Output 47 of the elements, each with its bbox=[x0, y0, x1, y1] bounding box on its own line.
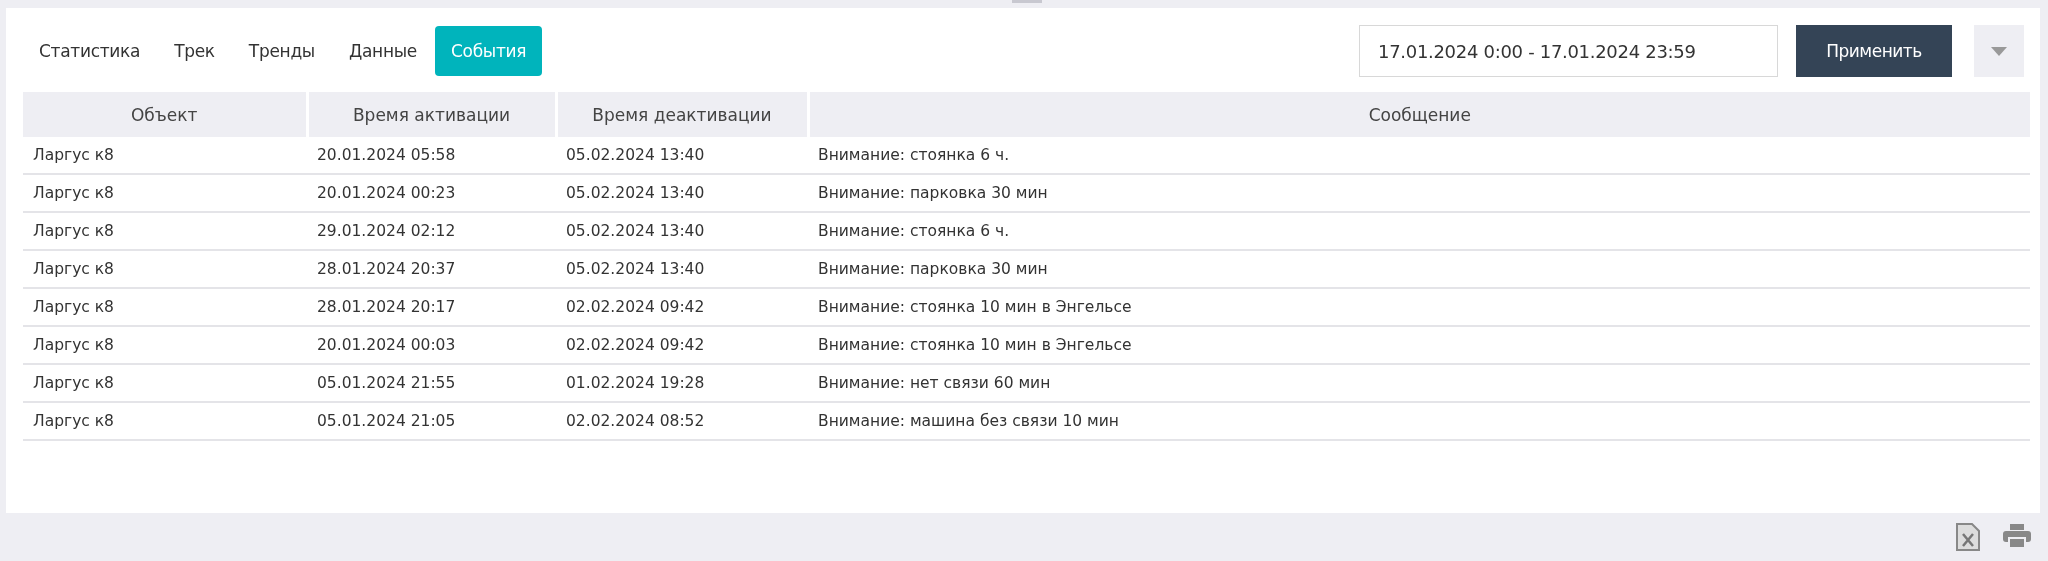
table-cell: 01.02.2024 19:28 bbox=[556, 364, 808, 402]
table-cell: 05.02.2024 13:40 bbox=[556, 174, 808, 212]
table-cell: 28.01.2024 20:37 bbox=[307, 250, 556, 288]
table-cell: 05.02.2024 13:40 bbox=[556, 212, 808, 250]
table-cell: Ларгус к8 bbox=[23, 364, 307, 402]
table-cell: 20.01.2024 00:23 bbox=[307, 174, 556, 212]
table-cell: 20.01.2024 05:58 bbox=[307, 137, 556, 174]
table-cell: Внимание: машина без связи 10 мин bbox=[808, 402, 2030, 440]
table-cell: Внимание: стоянка 6 ч. bbox=[808, 137, 2030, 174]
excel-file-icon[interactable] bbox=[1956, 523, 1980, 551]
tab[interactable]: Трек bbox=[158, 26, 231, 76]
table-cell: Внимание: стоянка 10 мин в Энгельсе bbox=[808, 326, 2030, 364]
drag-handle[interactable] bbox=[1012, 0, 1042, 3]
table-cell: Внимание: стоянка 10 мин в Энгельсе bbox=[808, 288, 2030, 326]
apply-button[interactable]: Применить bbox=[1796, 25, 1952, 77]
caret-icon bbox=[1991, 46, 2007, 56]
table-cell: Внимание: стоянка 6 ч. bbox=[808, 212, 2030, 250]
table-cell: 20.01.2024 00:03 bbox=[307, 326, 556, 364]
table-cell: 02.02.2024 09:42 bbox=[556, 288, 808, 326]
table-cell: Внимание: парковка 30 мин bbox=[808, 174, 2030, 212]
print-icon[interactable] bbox=[2002, 523, 2032, 549]
table-cell: 05.02.2024 13:40 bbox=[556, 137, 808, 174]
table-cell: 05.01.2024 21:05 bbox=[307, 402, 556, 440]
date-range-field[interactable]: 17.01.2024 0:00 - 17.01.2024 23:59 bbox=[1359, 25, 1778, 77]
table-cell: 05.01.2024 21:55 bbox=[307, 364, 556, 402]
table-cell: 05.02.2024 13:40 bbox=[556, 250, 808, 288]
table-cell: 02.02.2024 08:52 bbox=[556, 402, 808, 440]
table-cell: Ларгус к8 bbox=[23, 250, 307, 288]
column-header[interactable]: Объект bbox=[23, 92, 307, 137]
tab[interactable]: Данные bbox=[333, 26, 433, 76]
column-header[interactable]: Время деактивации bbox=[556, 92, 808, 137]
table-cell: Ларгус к8 bbox=[23, 402, 307, 440]
table-cell: Ларгус к8 bbox=[23, 212, 307, 250]
table-cell: Ларгус к8 bbox=[23, 326, 307, 364]
table-cell: Ларгус к8 bbox=[23, 174, 307, 212]
tab[interactable]: Тренды bbox=[232, 26, 331, 76]
table-cell: Внимание: нет связи 60 мин bbox=[808, 364, 2030, 402]
tab[interactable]: Статистика bbox=[23, 26, 157, 76]
dropdown-button[interactable] bbox=[1974, 25, 2024, 77]
table-cell: 28.01.2024 20:17 bbox=[307, 288, 556, 326]
column-header[interactable]: Сообщение bbox=[808, 92, 2030, 137]
column-header[interactable]: Время активации bbox=[307, 92, 556, 137]
table-cell: Ларгус к8 bbox=[23, 137, 307, 174]
table-cell: 29.01.2024 02:12 bbox=[307, 212, 556, 250]
table-cell: Ларгус к8 bbox=[23, 288, 307, 326]
table-cell: Внимание: парковка 30 мин bbox=[808, 250, 2030, 288]
table-cell: 02.02.2024 09:42 bbox=[556, 326, 808, 364]
